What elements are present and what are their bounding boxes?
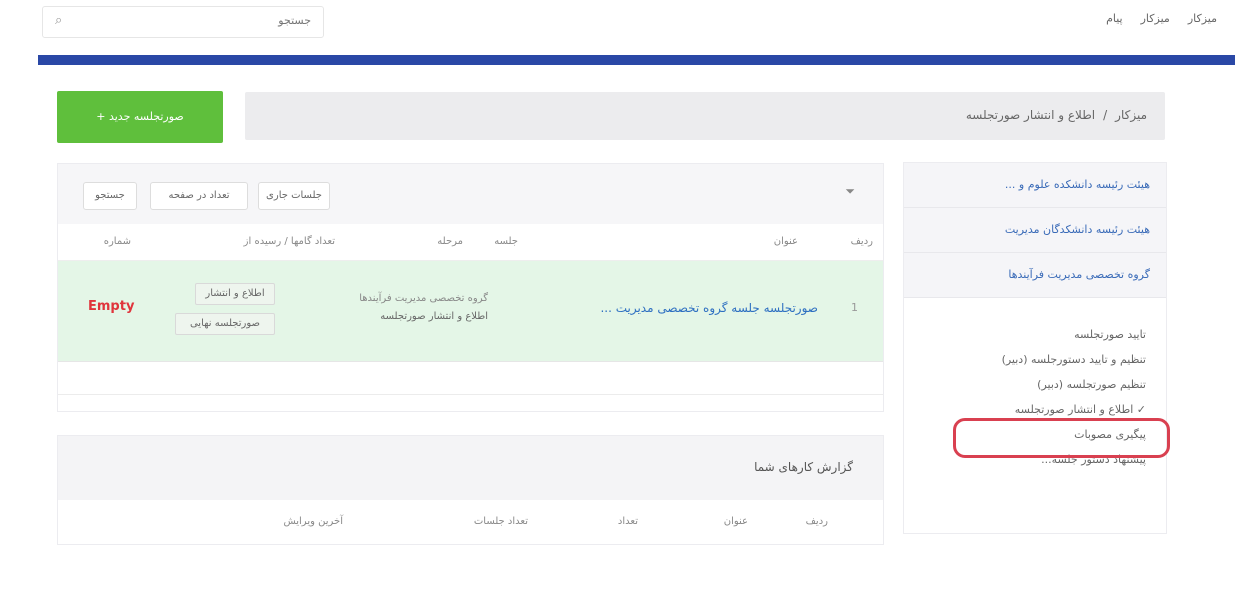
reports-table-header: ردیف عنوان تعداد تعداد جلسات آخرین ویرای… — [58, 500, 883, 544]
highlight-annotation — [953, 418, 1170, 458]
sidebar-category-3[interactable]: گروه تخصصی مدیریت فرآیندها — [904, 253, 1166, 298]
reports-column-row[interactable]: ردیف — [806, 516, 828, 527]
top-link-desk-2[interactable]: میزکار — [1141, 12, 1170, 25]
reports-column-title[interactable]: عنوان — [724, 516, 748, 527]
search-input[interactable] — [89, 13, 313, 28]
current-sessions-button[interactable]: جلسات جاری — [258, 182, 330, 210]
row-index: 1 — [851, 301, 858, 314]
sidebar: هیئت رئیسه دانشکده علوم و ... هیئت رئیسه… — [903, 162, 1167, 534]
top-bar: ⌕ میزکار میزکار پیام — [0, 0, 1235, 50]
column-stage[interactable]: مرحله — [437, 236, 463, 247]
search-icon[interactable]: ⌕ — [55, 13, 62, 28]
sidebar-link-prepare[interactable]: تنظیم صورتجلسه (دبیر) — [914, 372, 1146, 397]
reports-column-sessions[interactable]: تعداد جلسات — [474, 516, 528, 527]
top-link-messages[interactable]: پیام — [1106, 12, 1123, 25]
reports-title: گزارش کارهای شما — [754, 460, 853, 474]
column-steps[interactable]: تعداد گامها / رسیده از — [244, 236, 335, 247]
stage-tag-1: اطلاع و انتشار — [195, 283, 275, 305]
sidebar-link-approve[interactable]: تایید صورتجلسه — [914, 322, 1146, 347]
reports-column-last-edit[interactable]: آخرین ویرایش — [284, 516, 344, 527]
sidebar-category-1[interactable]: هیئت رئیسه دانشکده علوم و ... — [904, 163, 1166, 208]
top-links: میزکار میزکار پیام — [1106, 12, 1217, 25]
reports-panel: گزارش کارهای شما ردیف عنوان تعداد تعداد … — [57, 435, 884, 545]
breadcrumb-current: اطلاع و انتشار صورتجلسه — [965, 108, 1096, 122]
breadcrumb-separator: / — [1103, 108, 1108, 122]
breadcrumb: میزکار / اطلاع و انتشار صورتجلسه — [245, 92, 1165, 140]
reports-header: گزارش کارهای شما — [58, 436, 883, 500]
reports-column-count[interactable]: تعداد — [618, 516, 638, 527]
breadcrumb-home[interactable]: میزکار — [1115, 108, 1147, 122]
row-session-line2: اطلاع و انتشار صورتجلسه — [380, 311, 488, 322]
table-header: ردیف عنوان جلسه مرحله تعداد گامها / رسید… — [58, 224, 883, 261]
sidebar-link-agenda[interactable]: تنظیم و تایید دستورجلسه (دبیر) — [914, 347, 1146, 372]
panel-header: جلسات جاری تعداد در صفحه جستجو ⏷ — [58, 164, 883, 224]
column-number[interactable]: شماره — [104, 236, 131, 247]
row-session-line1: گروه تخصصی مدیریت فرآیندها — [359, 293, 488, 304]
status-badge: Empty — [88, 299, 135, 314]
table-row[interactable]: 1 صورتجلسه جلسه گروه تخصصی مدیریت ... گر… — [58, 261, 883, 362]
column-title[interactable]: عنوان — [774, 236, 798, 247]
accent-bar — [38, 55, 1235, 65]
table-row-empty — [58, 362, 883, 395]
stage-tag-2: صورتجلسه نهایی — [175, 313, 275, 335]
sidebar-category-2[interactable]: هیئت رئیسه دانشکدگان مدیریت — [904, 208, 1166, 253]
top-link-desk[interactable]: میزکار — [1188, 12, 1217, 25]
per-page-button[interactable]: تعداد در صفحه — [150, 182, 248, 210]
column-row[interactable]: ردیف — [851, 236, 873, 247]
column-session[interactable]: جلسه — [494, 236, 518, 247]
minutes-panel: جلسات جاری تعداد در صفحه جستجو ⏷ ردیف عن… — [57, 163, 884, 412]
new-minutes-button[interactable]: + صورتجلسه جدید — [57, 91, 223, 143]
search-box[interactable]: ⌕ — [42, 6, 324, 38]
row-title-link[interactable]: صورتجلسه جلسه گروه تخصصی مدیریت ... — [600, 301, 818, 315]
filter-icon[interactable]: ⏷ — [845, 184, 855, 199]
search-button[interactable]: جستجو — [83, 182, 137, 210]
